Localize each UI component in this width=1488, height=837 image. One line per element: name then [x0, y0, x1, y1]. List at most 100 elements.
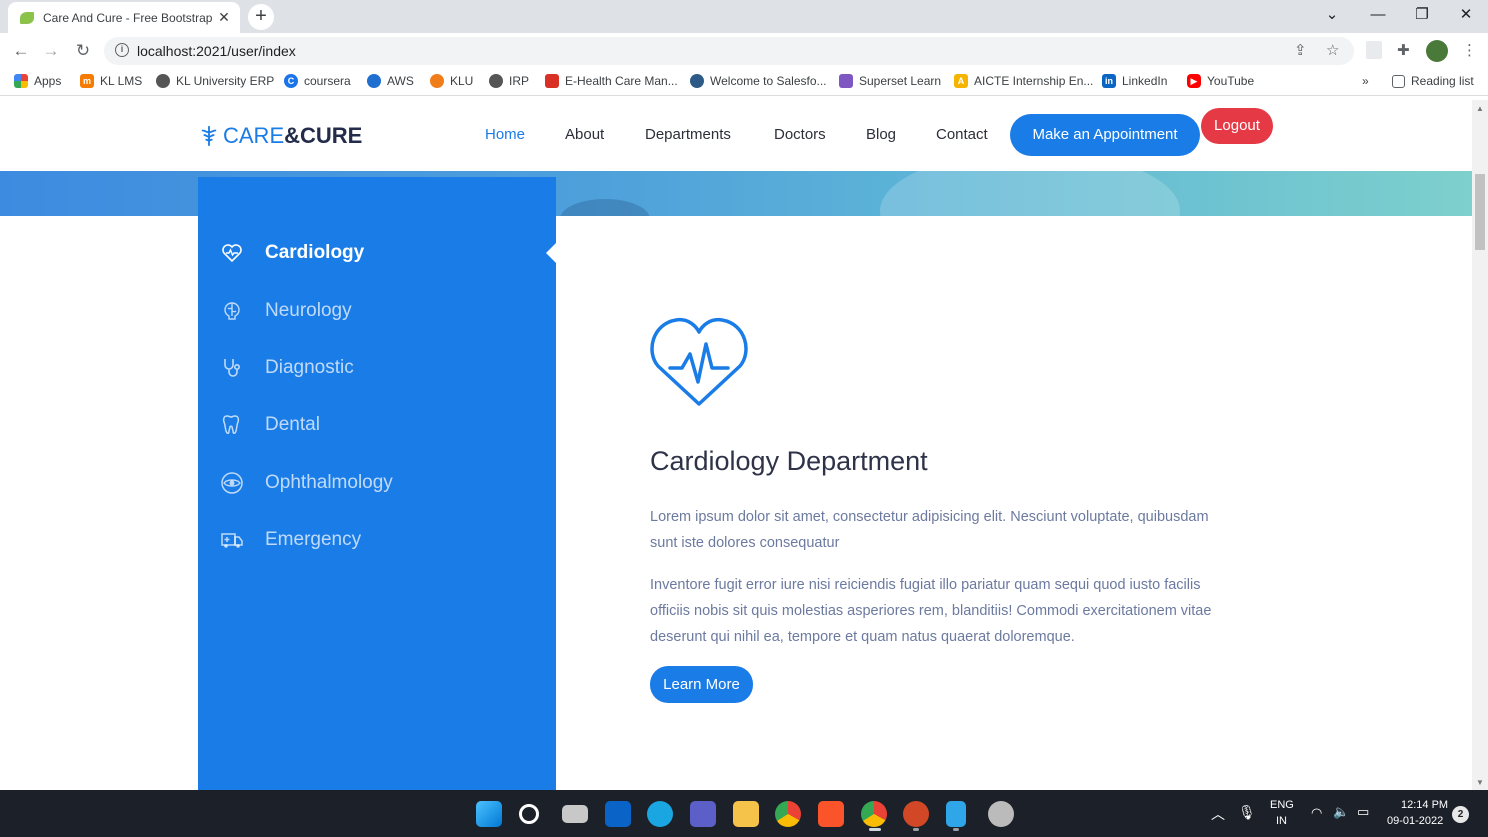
mail-icon[interactable]	[605, 801, 631, 827]
ambulance-icon	[221, 533, 243, 548]
reading-list[interactable]: Reading list	[1392, 74, 1474, 88]
bookmark-label: KL University ERP	[176, 74, 275, 88]
notepad-icon[interactable]	[946, 801, 966, 827]
back-arrow-icon[interactable]: ←	[8, 38, 34, 64]
windows-start-icon[interactable]	[476, 801, 502, 827]
bookmark-aws[interactable]: AWS	[367, 74, 414, 88]
aicte-icon: A	[954, 74, 968, 88]
heart-pulse-icon	[222, 244, 242, 263]
learn-more-button[interactable]: Learn More	[650, 666, 753, 703]
edge-icon[interactable]	[647, 801, 673, 827]
file-explorer-icon[interactable]	[733, 801, 759, 827]
bookmark-aicte[interactable]: A AICTE Internship En...	[954, 74, 1093, 88]
sidebar-label: Emergency	[265, 529, 362, 550]
sidebar-item-neurology[interactable]: Neurology	[220, 293, 540, 329]
microphone-icon[interactable]: 🎙	[1238, 804, 1256, 821]
ehealth-icon	[545, 74, 559, 88]
bookmark-superset[interactable]: Superset Learn	[839, 74, 941, 88]
scroll-thumb[interactable]	[1475, 174, 1485, 250]
sidebar-item-dental[interactable]: Dental	[220, 407, 540, 443]
reload-icon[interactable]: ↻	[70, 38, 96, 64]
search-icon[interactable]	[519, 804, 539, 824]
teams-icon[interactable]	[690, 801, 716, 827]
gear-seal-icon	[156, 74, 170, 88]
department-title: Cardiology Department	[650, 446, 928, 476]
forward-arrow-icon[interactable]: →	[38, 38, 64, 64]
browser-toolbar: ← → ↻ i localhost:2021/user/index ⇪ ☆ ✚ …	[0, 33, 1488, 68]
nav-doctors[interactable]: Doctors	[774, 126, 826, 143]
settings-gear-icon[interactable]	[988, 801, 1014, 827]
volume-icon[interactable]: 🔈	[1333, 804, 1349, 820]
klu-icon	[430, 74, 444, 88]
bookmark-klu[interactable]: KLU	[430, 74, 473, 88]
bookmark-kl-erp[interactable]: KL University ERP	[156, 74, 274, 88]
scroll-up-icon[interactable]: ▲	[1476, 104, 1484, 113]
site-logo[interactable]: CARE &CURE	[198, 123, 362, 149]
address-bar[interactable]: i localhost:2021/user/index ⇪ ☆	[104, 37, 1354, 65]
make-appointment-button[interactable]: Make an Appointment	[1010, 114, 1200, 156]
bookmark-kl-lms[interactable]: m KL LMS	[80, 74, 142, 88]
sidebar-item-diagnostic[interactable]: Diagnostic	[220, 350, 540, 386]
page-scrollbar[interactable]: ▲ ▼	[1472, 100, 1488, 790]
tab-close-icon[interactable]: ✕	[216, 9, 232, 26]
new-tab-button[interactable]: +	[248, 4, 274, 30]
bookmark-linkedin[interactable]: in LinkedIn	[1102, 74, 1167, 88]
sidebar-item-cardiology[interactable]: Cardiology	[220, 235, 540, 271]
maximize-icon[interactable]: ❐	[1400, 0, 1444, 30]
bookmark-apps[interactable]: Apps	[14, 74, 61, 88]
scroll-down-icon[interactable]: ▼	[1476, 778, 1484, 787]
tab-search-icon[interactable]: ⌄	[1310, 0, 1354, 30]
close-window-icon[interactable]: ✕	[1444, 0, 1488, 30]
irp-icon	[489, 74, 503, 88]
language-top[interactable]: ENG	[1270, 799, 1294, 811]
sidebar-label: Dental	[265, 414, 320, 435]
sidebar-item-ophthalmology[interactable]: Ophthalmology	[220, 465, 540, 501]
share-icon[interactable]: ⇪	[1294, 41, 1307, 59]
nav-departments[interactable]: Departments	[645, 126, 731, 143]
nav-contact[interactable]: Contact	[936, 126, 988, 143]
coursera-icon: C	[284, 74, 298, 88]
sidebar-label: Neurology	[265, 300, 352, 321]
extension-icon[interactable]	[1366, 41, 1382, 59]
avatar[interactable]	[1426, 40, 1448, 62]
powerpoint-icon[interactable]	[903, 801, 929, 827]
wifi-icon[interactable]: ◠	[1311, 805, 1322, 821]
task-view-icon[interactable]	[562, 805, 588, 823]
nav-home[interactable]: Home	[485, 126, 525, 143]
clock-time[interactable]: 12:14 PM	[1401, 799, 1448, 811]
logout-button[interactable]: Logout	[1201, 108, 1273, 144]
bookmark-salesforce[interactable]: Welcome to Salesfo...	[690, 74, 827, 88]
sidebar-label: Ophthalmology	[265, 472, 393, 493]
chrome-icon[interactable]	[775, 801, 801, 827]
nav-blog[interactable]: Blog	[866, 126, 896, 143]
hero-hair-shape	[560, 199, 650, 216]
bookmarks-overflow-icon[interactable]: »	[1362, 74, 1369, 88]
os-taskbar: ︿ 🎙 ENG IN ◠ 🔈 ▭ 12:14 PM 09-01-2022 2	[0, 790, 1488, 837]
chrome-profile-icon[interactable]	[861, 801, 887, 827]
language-bottom[interactable]: IN	[1276, 815, 1287, 827]
bookmark-label: KLU	[450, 74, 474, 88]
nav-about[interactable]: About	[565, 126, 604, 143]
browser-tab[interactable]: Care And Cure - Free Bootstrap 4 ✕	[8, 2, 240, 33]
sidebar-item-emergency[interactable]: Emergency	[220, 522, 540, 558]
bookmark-label: KL LMS	[100, 74, 143, 88]
bookmark-star-icon[interactable]: ☆	[1326, 41, 1339, 59]
notification-badge[interactable]: 2	[1452, 806, 1469, 823]
bookmark-youtube[interactable]: ▶ YouTube	[1187, 74, 1254, 88]
site-info-icon[interactable]: i	[115, 43, 129, 57]
bookmark-ehealth[interactable]: E-Health Care Man...	[545, 74, 678, 88]
browser-tabstrip: Care And Cure - Free Bootstrap 4 ✕ + ⌄ —…	[0, 0, 1488, 33]
bookmark-label: YouTube	[1207, 74, 1255, 88]
battery-icon[interactable]: ▭	[1357, 804, 1369, 820]
clock-date[interactable]: 09-01-2022	[1387, 815, 1443, 827]
url-text[interactable]: localhost:2021/user/index	[137, 43, 296, 59]
puzzle-icon[interactable]: ✚	[1397, 41, 1410, 59]
tooth-icon	[222, 415, 240, 434]
bookmark-irp[interactable]: IRP	[489, 74, 529, 88]
bookmark-coursera[interactable]: Ccoursera	[284, 74, 351, 88]
kebab-menu-icon[interactable]: ⋮	[1462, 41, 1477, 59]
active-app-indicator	[869, 828, 881, 831]
minimize-icon[interactable]: —	[1356, 0, 1400, 30]
tray-chevron-icon[interactable]: ︿	[1211, 804, 1225, 824]
brave-icon[interactable]	[818, 801, 844, 827]
